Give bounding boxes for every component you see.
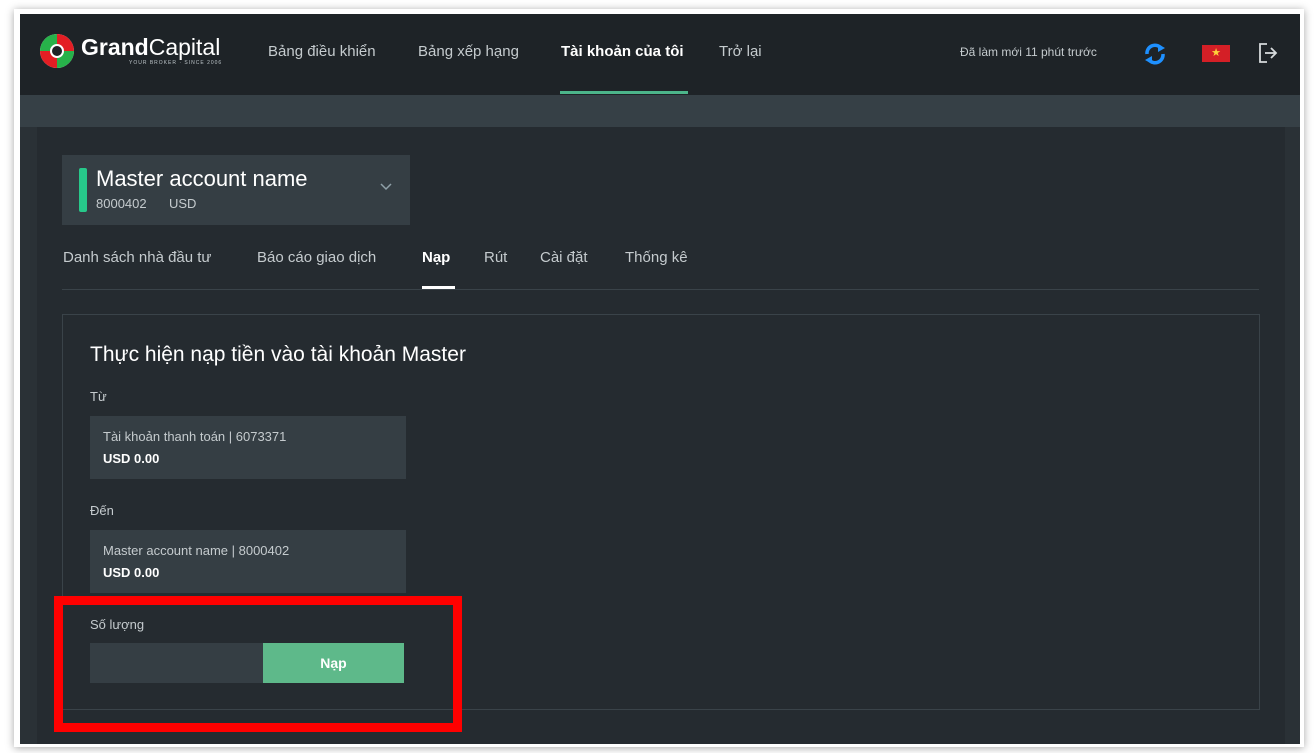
- nav-back[interactable]: Trở lại: [719, 43, 762, 60]
- from-label: Từ: [90, 389, 107, 404]
- nav-dashboard[interactable]: Bảng điều khiển: [268, 43, 376, 60]
- from-account-name: Tài khoản thanh toán | 6073371: [103, 429, 287, 444]
- refresh-icon[interactable]: [1143, 43, 1167, 70]
- to-account-card: Master account name | 8000402 USD 0.00: [90, 530, 406, 593]
- account-selector[interactable]: Master account name 8000402 USD: [62, 155, 410, 225]
- brand-tagline: YOUR BROKER · SINCE 2006: [129, 60, 223, 66]
- flag-star-icon: ★: [1211, 47, 1221, 59]
- nav-my-account[interactable]: Tài khoản của tôi: [561, 43, 684, 60]
- highlight-annotation-box: [54, 596, 462, 732]
- last-refresh-text: Đã làm mới 11 phút trước: [960, 45, 1097, 59]
- nav-active-indicator: [560, 91, 688, 94]
- account-currency: USD: [169, 196, 197, 211]
- to-account-name: Master account name | 8000402: [103, 543, 290, 558]
- sub-header-bar: [20, 95, 1300, 127]
- from-account-balance: USD 0.00: [103, 451, 160, 466]
- chevron-down-icon[interactable]: [380, 183, 392, 191]
- from-account-card: Tài khoản thanh toán | 6073371 USD 0.00: [90, 416, 406, 479]
- tabs-divider: [62, 289, 1259, 290]
- top-navbar: GrandCapital YOUR BROKER · SINCE 2006 Bả…: [20, 14, 1300, 95]
- account-name: Master account name: [96, 166, 308, 191]
- account-number: 8000402: [96, 196, 147, 211]
- brand-name: GrandCapital: [81, 34, 221, 60]
- tab-statistics[interactable]: Thống kê: [625, 249, 688, 266]
- vietnam-flag-icon[interactable]: ★: [1202, 45, 1230, 62]
- logout-icon[interactable]: [1258, 42, 1278, 69]
- to-account-balance: USD 0.00: [103, 565, 160, 580]
- form-title: Thực hiện nạp tiền vào tài khoản Master: [90, 343, 466, 366]
- tab-withdraw[interactable]: Rút: [484, 249, 507, 266]
- tab-trading-report[interactable]: Báo cáo giao dịch: [257, 249, 376, 266]
- grandcapital-logo[interactable]: GrandCapital YOUR BROKER · SINCE 2006: [39, 33, 222, 69]
- logo-mark-icon: [40, 34, 74, 68]
- to-label: Đến: [90, 503, 114, 518]
- tab-deposit[interactable]: Nạp: [422, 249, 450, 266]
- nav-leaderboard[interactable]: Bảng xếp hạng: [418, 43, 519, 60]
- tab-settings[interactable]: Cài đặt: [540, 249, 588, 266]
- tab-investor-list[interactable]: Danh sách nhà đầu tư: [63, 249, 211, 266]
- account-color-bar: [79, 168, 87, 212]
